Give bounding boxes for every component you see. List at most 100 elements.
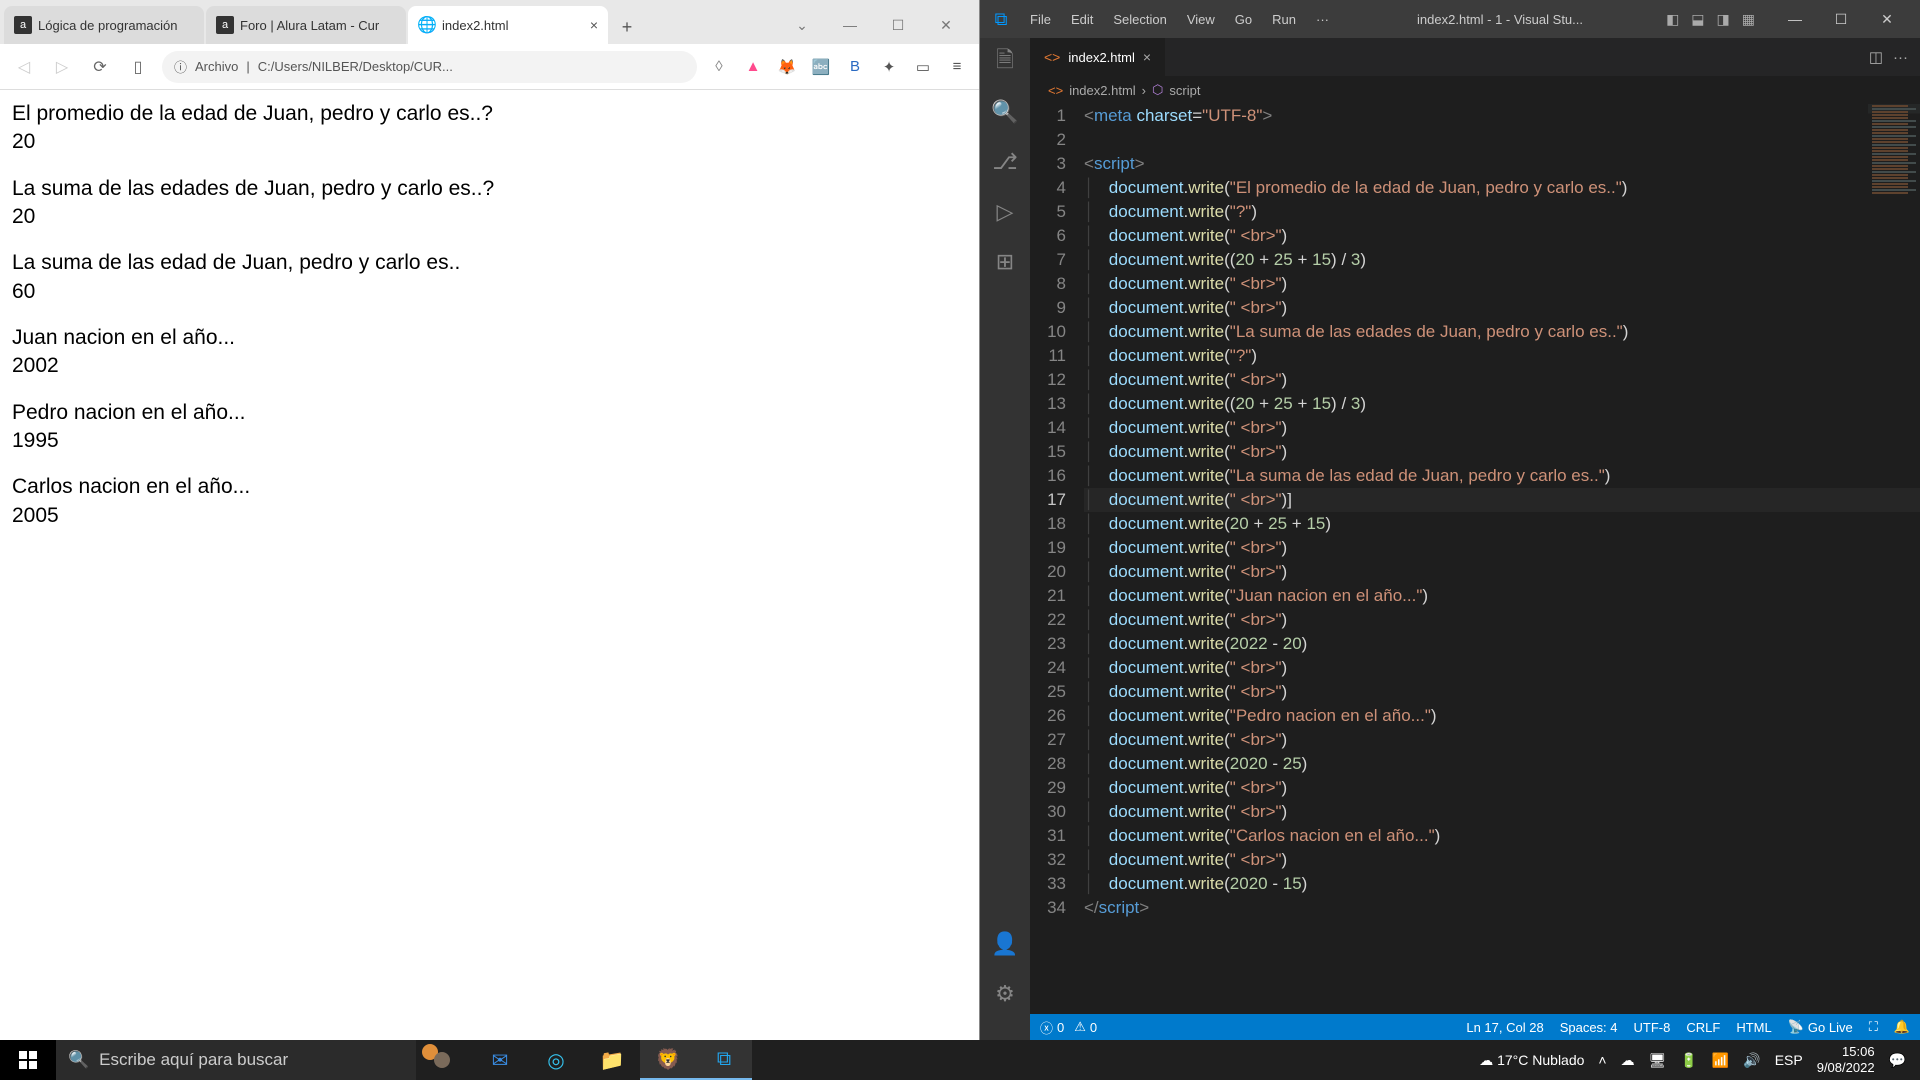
statusbar: ⓧ0 ⚠0 Ln 17, Col 28 Spaces: 4 UTF-8 CRLF… (1030, 1014, 1920, 1040)
globe-icon: 🌐 (418, 16, 436, 34)
metamask-icon[interactable]: 🦊 (775, 55, 799, 79)
vscode-app-icon[interactable]: ⧉ (696, 1040, 752, 1080)
forward-button[interactable]: ▷ (48, 53, 76, 81)
menu-edit[interactable]: Edit (1063, 12, 1101, 27)
reload-button[interactable]: ⟳ (86, 53, 114, 81)
eol[interactable]: CRLF (1686, 1019, 1720, 1035)
code-content[interactable]: <meta charset="UTF-8"><script>│ document… (1084, 104, 1920, 1014)
more-actions-icon[interactable]: ··· (1893, 49, 1908, 66)
minimap[interactable] (1868, 104, 1920, 224)
menu-go[interactable]: Go (1227, 12, 1260, 27)
close-icon[interactable]: ✕ (1864, 11, 1910, 28)
brave-rewards-icon[interactable]: ▲ (741, 55, 765, 79)
cortana-circles-icon[interactable] (416, 1040, 472, 1080)
new-tab-button[interactable]: + (610, 10, 644, 44)
clock-time: 15:06 (1817, 1044, 1875, 1060)
wallet-icon[interactable]: ▭ (911, 55, 935, 79)
mail-app-icon[interactable]: ✉ (472, 1040, 528, 1080)
editor-tabs: <> index2.html × ◫ ··· (1030, 38, 1920, 76)
browser-tab-active[interactable]: 🌐 index2.html × (408, 6, 608, 44)
action-center-icon[interactable]: 💬 (1889, 1052, 1906, 1069)
editor-tab-label: index2.html (1068, 50, 1134, 65)
battery-icon[interactable]: 🔋 (1680, 1052, 1697, 1069)
menu-more[interactable]: ··· (1308, 12, 1337, 27)
menu-run[interactable]: Run (1264, 12, 1304, 27)
close-tab-icon[interactable]: × (1143, 49, 1151, 65)
split-editor-icon[interactable]: ◫ (1869, 48, 1883, 66)
page-text: 1995 (12, 429, 59, 452)
search-icon[interactable]: 🔍 (991, 98, 1019, 126)
source-control-icon[interactable]: ⎇ (991, 148, 1019, 176)
start-button[interactable] (0, 1040, 56, 1080)
brave-app-icon[interactable]: 🦁 (640, 1040, 696, 1080)
volume-icon[interactable]: 🔊 (1743, 1052, 1760, 1069)
info-icon: ⓘ (174, 57, 187, 76)
panel-bottom-icon[interactable]: ⬓ (1688, 11, 1707, 28)
close-window-icon[interactable]: ✕ (931, 17, 961, 34)
search-placeholder: Escribe aquí para buscar (99, 1050, 288, 1070)
tray-chevron-icon[interactable]: ˄ (1598, 1052, 1606, 1068)
taskbar-search[interactable]: 🔍 Escribe aquí para buscar (56, 1040, 416, 1080)
go-live-button[interactable]: 📡Go Live (1788, 1019, 1853, 1035)
close-tab-icon[interactable]: × (590, 17, 598, 33)
extensions-icon[interactable]: ✦ (877, 55, 901, 79)
code-editor[interactable]: 1234567891011121314151617181920212223242… (1030, 104, 1920, 1014)
minimize-icon[interactable]: — (1772, 11, 1818, 28)
minimize-icon[interactable]: — (835, 17, 865, 34)
edge-app-icon[interactable]: ◎ (528, 1040, 584, 1080)
browser-tab[interactable]: a Lógica de programación (4, 6, 204, 44)
back-button[interactable]: ◁ (10, 53, 38, 81)
editor-tab-active[interactable]: <> index2.html × (1030, 38, 1166, 76)
menu-view[interactable]: View (1179, 12, 1223, 27)
account-icon[interactable]: 👤 (991, 930, 1019, 958)
keyboard-lang[interactable]: ESP (1775, 1052, 1803, 1068)
address-prefix: Archivo (195, 59, 238, 74)
page-text: Juan nacion en el año... (12, 326, 235, 349)
feedback-icon[interactable]: ⛶ (1869, 1019, 1878, 1035)
panel-right-icon[interactable]: ◨ (1714, 11, 1733, 28)
panel-left-icon[interactable]: ◧ (1663, 11, 1682, 28)
notifications-icon[interactable]: 🔔 (1894, 1019, 1910, 1035)
ext-b-icon[interactable]: B (843, 55, 867, 79)
extensions-icon[interactable]: ⊞ (991, 248, 1019, 276)
brave-shield-icon[interactable]: ◊ (707, 55, 731, 79)
windows-icon (19, 1051, 37, 1069)
cloud-icon: ☁ (1479, 1052, 1493, 1068)
dropdown-icon[interactable]: ⌄ (787, 17, 817, 34)
layout-grid-icon[interactable]: ▦ (1739, 11, 1758, 28)
symbol-icon: ⬡ (1152, 82, 1163, 98)
address-bar[interactable]: ⓘ Archivo | C:/Users/NILBER/Desktop/CUR.… (162, 51, 697, 83)
cursor-position[interactable]: Ln 17, Col 28 (1466, 1019, 1543, 1035)
translate-icon[interactable]: 🔤 (809, 55, 833, 79)
encoding[interactable]: UTF-8 (1634, 1019, 1671, 1035)
errors-item[interactable]: ⓧ0 (1040, 1018, 1064, 1037)
maximize-icon[interactable]: ☐ (883, 17, 913, 34)
breadcrumb[interactable]: <> index2.html › ⬡ script (1030, 76, 1920, 104)
breadcrumb-file: index2.html (1069, 83, 1135, 98)
run-debug-icon[interactable]: ▷ (991, 198, 1019, 226)
page-text: 2005 (12, 504, 59, 527)
error-icon: ⓧ (1040, 1018, 1053, 1037)
language-mode[interactable]: HTML (1736, 1019, 1771, 1035)
wifi-icon[interactable]: 📶 (1712, 1052, 1729, 1069)
bookmark-button[interactable]: ▯ (124, 53, 152, 81)
indent-setting[interactable]: Spaces: 4 (1560, 1019, 1618, 1035)
menu-selection[interactable]: Selection (1105, 12, 1174, 27)
broadcast-icon: 📡 (1788, 1019, 1804, 1035)
onedrive-icon[interactable]: ☁ (1621, 1052, 1635, 1069)
settings-gear-icon[interactable]: ⚙ (991, 980, 1019, 1008)
explorer-app-icon[interactable]: 📁 (584, 1040, 640, 1080)
browser-tab[interactable]: a Foro | Alura Latam - Cur (206, 6, 406, 44)
layout-controls[interactable]: ◧ ⬓ ◨ ▦ (1663, 11, 1758, 28)
tab-label: Foro | Alura Latam - Cur (240, 18, 379, 33)
windows-taskbar: 🔍 Escribe aquí para buscar ✉ ◎ 📁 🦁 ⧉ ☁ 1… (0, 1040, 1920, 1080)
tray-monitor-icon[interactable]: 🖥 (1649, 1052, 1667, 1069)
weather-widget[interactable]: ☁ 17°C Nublado (1479, 1052, 1584, 1069)
explorer-icon[interactable]: 🗎 (991, 48, 1019, 76)
maximize-icon[interactable]: ☐ (1818, 11, 1864, 28)
warnings-item[interactable]: ⚠0 (1074, 1018, 1097, 1037)
activity-bar: 🗎 🔍 ⎇ ▷ ⊞ 👤 ⚙ (980, 38, 1030, 1040)
menu-icon[interactable]: ≡ (945, 55, 969, 79)
taskbar-clock[interactable]: 15:06 9/08/2022 (1817, 1044, 1875, 1075)
menu-file[interactable]: File (1022, 12, 1059, 27)
